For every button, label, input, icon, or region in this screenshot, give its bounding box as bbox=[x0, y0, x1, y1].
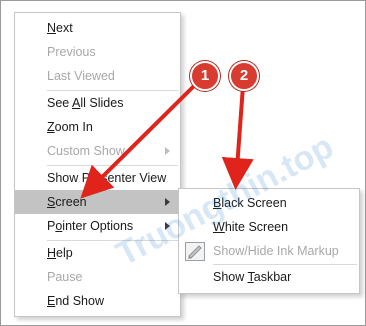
annotation-badge-1: 1 bbox=[190, 61, 220, 91]
annotation-arrow-1 bbox=[80, 82, 198, 199]
annotation-arrows bbox=[80, 82, 254, 199]
annotation-arrow-2 bbox=[221, 85, 254, 190]
annotation-badge-2: 2 bbox=[229, 61, 259, 91]
